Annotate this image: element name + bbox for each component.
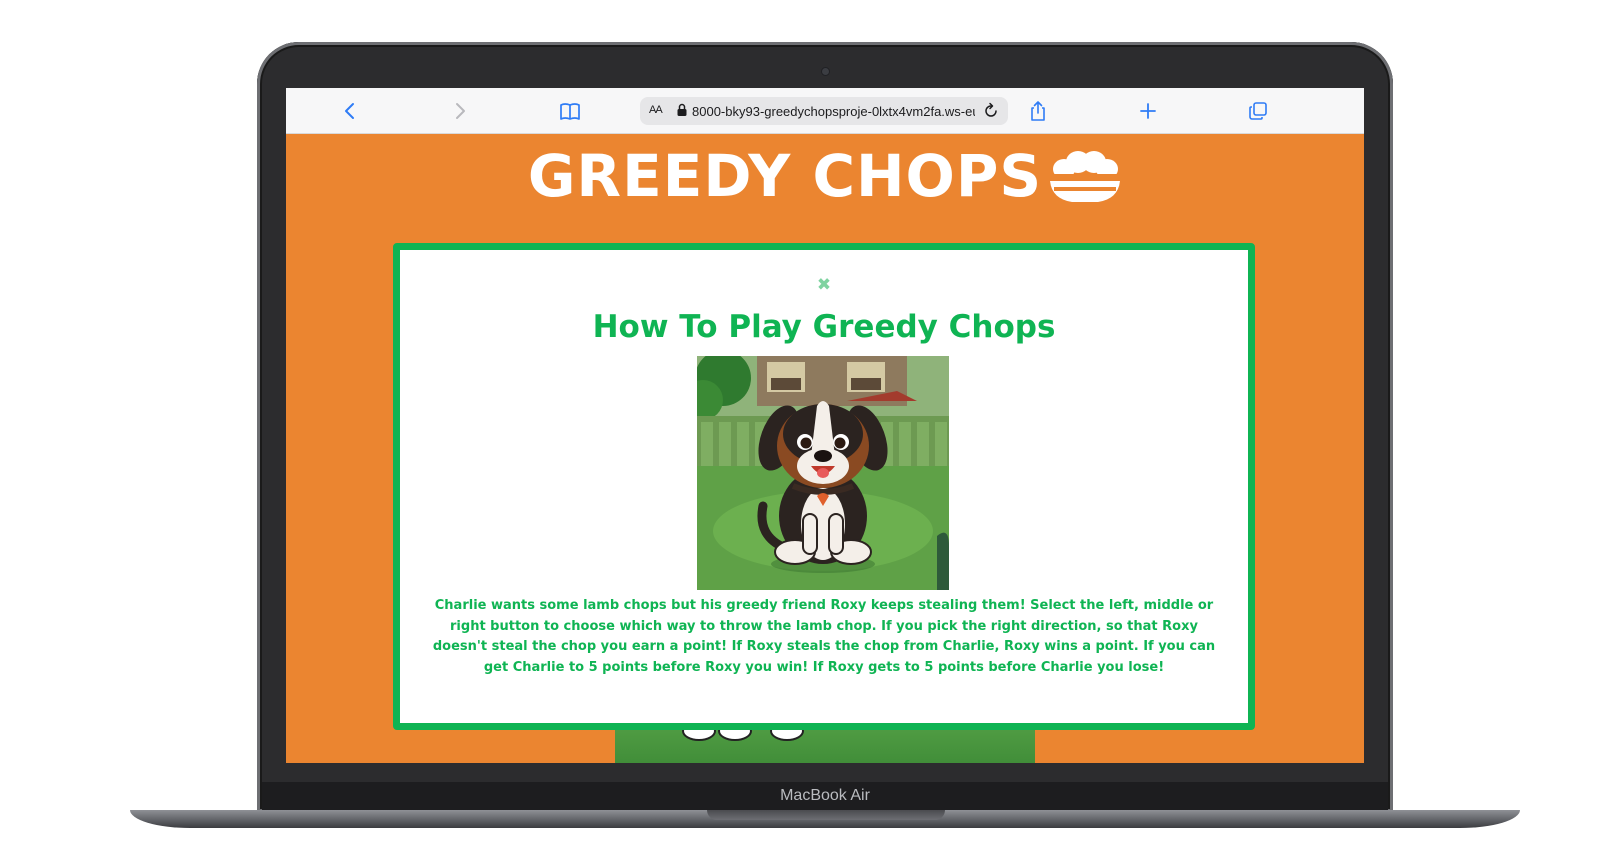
forward-icon[interactable]	[449, 100, 471, 122]
device-label: MacBook Air	[780, 787, 870, 804]
bowl-icon	[1048, 147, 1122, 205]
tabs-icon[interactable]	[1247, 100, 1269, 122]
text-size-button[interactable]: AA	[649, 104, 663, 116]
address-bar[interactable]: AA 8000-bky93-greedychopsproje-0lxtx4vm2…	[640, 97, 1008, 125]
share-icon[interactable]	[1027, 100, 1049, 122]
page-title: GREEDY CHOPS	[286, 144, 1364, 209]
bookmarks-icon[interactable]	[559, 100, 581, 122]
close-icon[interactable]: ✖	[400, 276, 1248, 294]
laptop-notch	[707, 810, 945, 820]
instructions-text: Charlie wants some lamb chops but his gr…	[432, 598, 1216, 675]
lock-icon	[676, 103, 688, 117]
browser-viewport: AA 8000-bky93-greedychopsproje-0lxtx4vm2…	[286, 88, 1364, 763]
browser-toolbar: AA 8000-bky93-greedychopsproje-0lxtx4vm2…	[286, 88, 1364, 134]
back-icon[interactable]	[339, 100, 361, 122]
modal-title: How To Play Greedy Chops	[592, 309, 1056, 345]
page-title-text: GREEDY CHOPS	[527, 142, 1043, 210]
puppy-image	[697, 356, 949, 590]
how-to-play-modal: ✖ How To Play Greedy Chops Charlie wants…	[393, 243, 1255, 730]
reload-icon[interactable]	[982, 102, 1000, 120]
new-tab-icon[interactable]	[1137, 100, 1159, 122]
url-text: 8000-bky93-greedychopsproje-0lxtx4vm2fa.…	[692, 104, 975, 119]
camera	[822, 68, 829, 75]
